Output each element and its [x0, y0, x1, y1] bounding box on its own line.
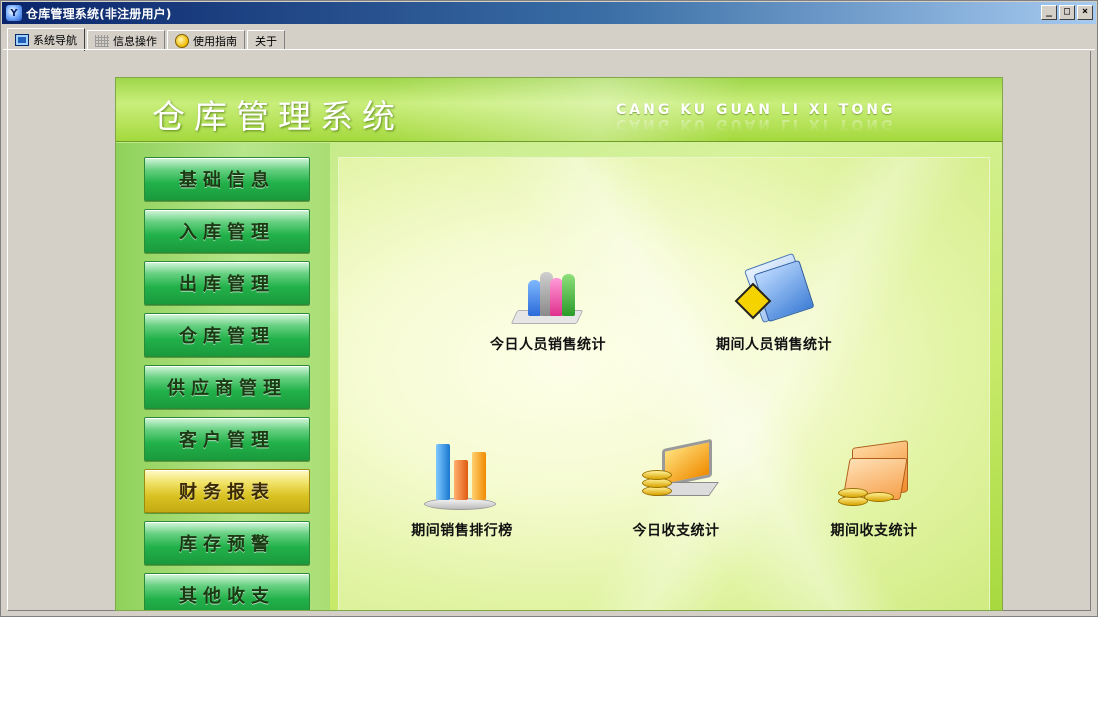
window-controls: _ □ ×	[1041, 5, 1093, 20]
sidebar-item-other-income[interactable]: 其他收支	[144, 573, 310, 610]
tile-period-sales-ranking[interactable]: 期间销售排行榜	[387, 440, 537, 540]
tile-today-staff-sales[interactable]: 今日人员销售统计	[473, 254, 623, 354]
tab-user-guide[interactable]: 使用指南	[167, 30, 245, 50]
sidebar: 基础信息 入库管理 出库管理 仓库管理 供应商管理 客户管理 财务报表 库存预警…	[116, 143, 330, 610]
sidebar-item-basic-info[interactable]: 基础信息	[144, 157, 310, 201]
sidebar-item-inbound[interactable]: 入库管理	[144, 209, 310, 253]
tab-system-navigation[interactable]: 系统导航	[7, 28, 85, 51]
folder-coins-icon	[834, 440, 914, 514]
warehouse-app-frame: 仓库管理系统 CANG KU GUAN LI XI TONG CANG KU G…	[115, 77, 1003, 611]
tab-label: 信息操作	[113, 34, 157, 48]
tile-label: 期间收支统计	[830, 523, 918, 539]
tile-label: 期间销售排行榜	[411, 523, 513, 539]
laptop-coins-icon	[636, 438, 719, 514]
tile-today-income-expense[interactable]: 今日收支统计	[601, 438, 751, 540]
title-bar[interactable]: Y 仓库管理系统(非注册用户) _ □ ×	[2, 2, 1096, 24]
tile-period-staff-sales[interactable]: 期间人员销售统计	[699, 252, 849, 354]
tab-info-operation[interactable]: 信息操作	[87, 30, 165, 50]
minimize-button[interactable]: _	[1041, 5, 1057, 20]
sidebar-item-warehouse[interactable]: 仓库管理	[144, 313, 310, 357]
folder-people-icon	[734, 252, 815, 328]
tab-strip: 系统导航 信息操作 使用指南 关于	[7, 28, 287, 51]
sidebar-item-customer[interactable]: 客户管理	[144, 417, 310, 461]
banner-subtitle-reflection: CANG KU GUAN LI XI TONG	[616, 116, 896, 132]
tab-label: 系统导航	[33, 34, 77, 47]
guide-icon	[175, 33, 189, 48]
people-icon	[508, 254, 588, 328]
tile-label: 期间人员销售统计	[716, 337, 832, 353]
sidebar-item-supplier[interactable]: 供应商管理	[144, 365, 310, 409]
tile-period-income-expense[interactable]: 期间收支统计	[799, 440, 949, 540]
tile-label: 今日收支统计	[632, 523, 720, 539]
sidebar-item-outbound[interactable]: 出库管理	[144, 261, 310, 305]
tile-label: 今日人员销售统计	[490, 337, 606, 353]
close-button[interactable]: ×	[1077, 5, 1093, 20]
tab-label: 使用指南	[193, 34, 237, 48]
sidebar-item-financial-report[interactable]: 财务报表	[144, 469, 310, 513]
app-window: Y 仓库管理系统(非注册用户) _ □ × 系统导航 信息操作 使用指南 关于 …	[0, 0, 1098, 617]
tab-label: 关于	[255, 34, 277, 48]
sidebar-item-stock-alert[interactable]: 库存预警	[144, 521, 310, 565]
grid-icon	[95, 34, 109, 47]
banner-title: 仓库管理系统	[152, 97, 404, 136]
content-area: 今日人员销售统计 期间人员销售统计 期间销售排行榜 今日收支统计 期间收支统计	[338, 157, 990, 610]
app-icon: Y	[6, 5, 22, 21]
banner: 仓库管理系统 CANG KU GUAN LI XI TONG CANG KU G…	[116, 78, 1002, 142]
tab-about[interactable]: 关于	[247, 30, 285, 50]
restore-button[interactable]: □	[1059, 5, 1075, 20]
monitor-icon	[15, 34, 29, 46]
window-title: 仓库管理系统(非注册用户)	[26, 6, 172, 21]
bar-chart-icon	[422, 440, 502, 514]
